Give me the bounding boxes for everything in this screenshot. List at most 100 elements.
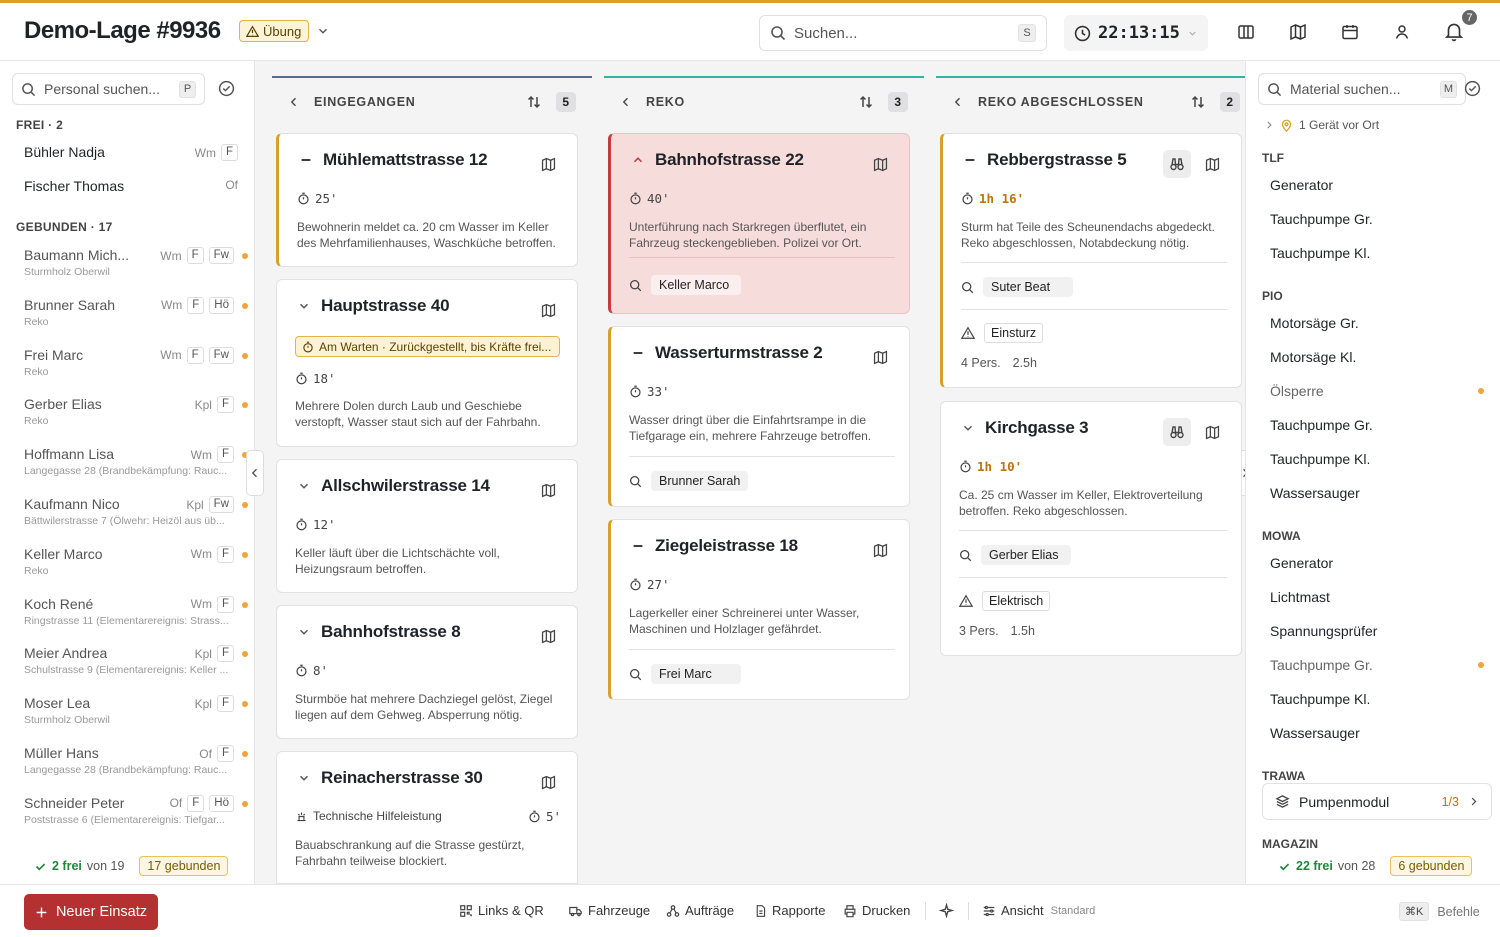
personnel-assignment: Sturmholz Oberwil bbox=[24, 266, 110, 278]
links-qr-button[interactable]: Links & QR bbox=[459, 903, 544, 918]
map-icon[interactable] bbox=[540, 482, 557, 499]
clock-display[interactable]: 22:13:15 bbox=[1064, 15, 1208, 51]
new-incident-button[interactable]: Neuer Einsatz bbox=[24, 894, 158, 930]
material-item[interactable]: Wassersauger bbox=[1270, 725, 1360, 741]
material-search-input[interactable]: Material suchen... M bbox=[1258, 73, 1466, 105]
material-item[interactable]: Tauchpumpe Kl. bbox=[1270, 451, 1370, 467]
binoculars-button[interactable] bbox=[1163, 418, 1191, 446]
incident-card[interactable]: Hauptstrasse 40 Am Warten · Zurückgestel… bbox=[276, 279, 578, 447]
bound-personnel-item[interactable]: Brunner Sarah Wm F Hö Reko bbox=[24, 296, 248, 331]
map-icon[interactable] bbox=[1288, 22, 1310, 44]
orders-button[interactable]: Aufträge bbox=[666, 903, 734, 918]
check-circle-icon[interactable] bbox=[218, 80, 236, 98]
busy-indicator bbox=[242, 701, 248, 708]
map-icon[interactable] bbox=[872, 156, 889, 173]
collapse-left-button[interactable] bbox=[246, 450, 264, 496]
personnel-name: Gerber Elias bbox=[24, 396, 102, 413]
material-item[interactable]: Generator bbox=[1270, 177, 1333, 193]
check-circle-icon[interactable] bbox=[1464, 80, 1482, 98]
bound-personnel-item[interactable]: Koch René Wm F Ringstrasse 11 (Elementare… bbox=[24, 595, 248, 630]
view-button[interactable]: Ansicht Standard bbox=[982, 903, 1095, 918]
ai-sparkle-button[interactable] bbox=[939, 903, 954, 918]
assigned-person[interactable]: Keller Marco bbox=[651, 275, 741, 295]
bound-personnel-item[interactable]: Gerber Elias Kpl F Reko bbox=[24, 396, 248, 430]
bound-personnel-item[interactable]: Meier Andrea Kpl F Schulstrasse 9 (Elemen… bbox=[24, 645, 248, 679]
bound-personnel-item[interactable]: Frei Marc Wm F Fw Reko bbox=[24, 346, 248, 381]
sort-icon[interactable] bbox=[858, 94, 874, 110]
qualification-tag: Hö bbox=[209, 794, 234, 812]
assigned-person[interactable]: Gerber Elias bbox=[981, 545, 1071, 565]
incident-card[interactable]: Allschwilerstrasse 14 12' Keller läuft ü… bbox=[276, 459, 578, 593]
print-button[interactable]: Drucken bbox=[843, 903, 910, 918]
map-icon[interactable] bbox=[540, 774, 557, 791]
chevron-left-icon[interactable] bbox=[952, 96, 964, 108]
bound-personnel-item[interactable]: Müller Hans Of F Langegasse 28 (Brandbekä… bbox=[24, 745, 248, 779]
incident-card[interactable]: Bahnhofstrasse 22 40' Unterführung nach … bbox=[608, 133, 910, 314]
user-icon[interactable] bbox=[1392, 22, 1414, 44]
map-icon[interactable] bbox=[872, 349, 889, 366]
material-item[interactable]: Tauchpumpe Kl. bbox=[1270, 245, 1370, 261]
material-item[interactable]: Tauchpumpe Kl. bbox=[1270, 691, 1370, 707]
free-personnel-item[interactable]: Fischer Thomas Of bbox=[24, 178, 244, 212]
assigned-person[interactable]: Brunner Sarah bbox=[651, 471, 749, 491]
personnel-footer: 2 frei von 19 17 gebunden bbox=[34, 856, 229, 876]
map-icon[interactable] bbox=[540, 628, 557, 645]
map-icon[interactable] bbox=[540, 302, 557, 319]
chevron-left-icon[interactable] bbox=[620, 96, 632, 108]
global-search-input[interactable]: Suchen... S bbox=[759, 15, 1047, 51]
incident-card[interactable]: Reinacherstrasse 30 Technische Hilfeleis… bbox=[276, 751, 578, 884]
assigned-person[interactable]: Suter Beat bbox=[983, 277, 1073, 297]
commands-button[interactable]: ⌘K Befehle bbox=[1399, 902, 1480, 921]
material-item[interactable]: Spannungsprüfer bbox=[1270, 623, 1377, 639]
material-item[interactable]: Tauchpumpe Gr. bbox=[1270, 657, 1373, 673]
assigned-person[interactable]: Frei Marc bbox=[651, 664, 741, 684]
reports-button[interactable]: Rapporte bbox=[754, 903, 825, 918]
pump-module-row[interactable]: Pumpenmodul 1/3 bbox=[1262, 783, 1492, 820]
incident-card[interactable]: Mühlemattstrasse 12 25' Bewohnerin melde… bbox=[276, 133, 578, 267]
bound-personnel-item[interactable]: Kaufmann Nico Kpl Fw Bättwilerstrasse 7 (… bbox=[24, 496, 248, 530]
incident-card[interactable]: Bahnhofstrasse 8 8' Sturmböe hat mehrere… bbox=[276, 605, 578, 739]
binoculars-button[interactable] bbox=[1163, 150, 1191, 178]
on-site-toggle[interactable]: 1 Gerät vor Ort bbox=[1264, 118, 1379, 132]
columns-icon[interactable] bbox=[1236, 22, 1258, 44]
personnel-search-input[interactable]: Personal suchen... P bbox=[12, 73, 205, 105]
material-item[interactable]: Motorsäge Gr. bbox=[1270, 315, 1359, 331]
card-type: Technische Hilfeleistung bbox=[313, 809, 442, 823]
incident-card[interactable]: Ziegeleistrasse 18 27' Lagerkeller einer… bbox=[608, 519, 910, 700]
bound-personnel-item[interactable]: Moser Lea Kpl F Sturmholz Oberwil bbox=[24, 695, 248, 729]
qualification-tag: Fw bbox=[208, 496, 234, 513]
material-item[interactable]: Lichtmast bbox=[1270, 589, 1330, 605]
map-icon[interactable] bbox=[1204, 156, 1221, 173]
personnel-rank: Wm bbox=[190, 447, 212, 462]
material-item[interactable]: Motorsäge Kl. bbox=[1270, 349, 1356, 365]
chevron-down-icon bbox=[964, 425, 972, 431]
material-item[interactable]: Ölsperre bbox=[1270, 383, 1324, 399]
bound-personnel-item[interactable]: Keller Marco Wm F Reko bbox=[24, 545, 248, 580]
search-icon bbox=[961, 281, 974, 293]
map-icon[interactable] bbox=[540, 156, 557, 173]
chevron-down-icon[interactable] bbox=[316, 24, 330, 38]
incident-card[interactable]: Kirchgasse 3 1h 10' Ca. 25 cm Wasser im … bbox=[940, 401, 1242, 656]
vehicles-button[interactable]: Fahrzeuge bbox=[568, 903, 650, 918]
material-item[interactable]: Tauchpumpe Gr. bbox=[1270, 211, 1373, 227]
material-bound-badge[interactable]: 6 gebunden bbox=[1390, 856, 1473, 876]
map-icon[interactable] bbox=[1204, 424, 1221, 441]
bound-personnel-item[interactable]: Baumann Mich... Wm F Fw Sturmholz Oberwil bbox=[24, 247, 248, 281]
material-item[interactable]: Tauchpumpe Gr. bbox=[1270, 417, 1373, 433]
map-icon[interactable] bbox=[872, 542, 889, 559]
bound-personnel-item[interactable]: Hoffmann Lisa Wm F Langegasse 28 (Brandbe… bbox=[24, 446, 248, 480]
sort-icon[interactable] bbox=[1190, 94, 1206, 110]
incident-card[interactable]: Wasserturmstrasse 2 33' Wasser dringt üb… bbox=[608, 326, 910, 507]
calendar-icon[interactable] bbox=[1340, 22, 1362, 44]
incident-card[interactable]: Rebbergstrasse 5 1h 16' Sturm hat Teile … bbox=[940, 133, 1242, 388]
card-time: 5' bbox=[545, 809, 561, 824]
bound-count-badge[interactable]: 17 gebunden bbox=[139, 856, 229, 876]
personnel-assignment: Langegasse 28 (Brandbekämpfung: Rauc... bbox=[24, 764, 228, 776]
chevron-left-icon[interactable] bbox=[288, 96, 300, 108]
persons-count: 4 Pers. bbox=[961, 356, 1001, 370]
bound-personnel-item[interactable]: Schneider Peter Of F Hö Poststrasse 6 (Ele… bbox=[24, 794, 248, 829]
material-item[interactable]: Generator bbox=[1270, 555, 1333, 571]
sort-icon[interactable] bbox=[526, 94, 542, 110]
material-item[interactable]: Wassersauger bbox=[1270, 485, 1360, 501]
free-personnel-item[interactable]: Bühler Nadja Wm F bbox=[24, 144, 244, 178]
